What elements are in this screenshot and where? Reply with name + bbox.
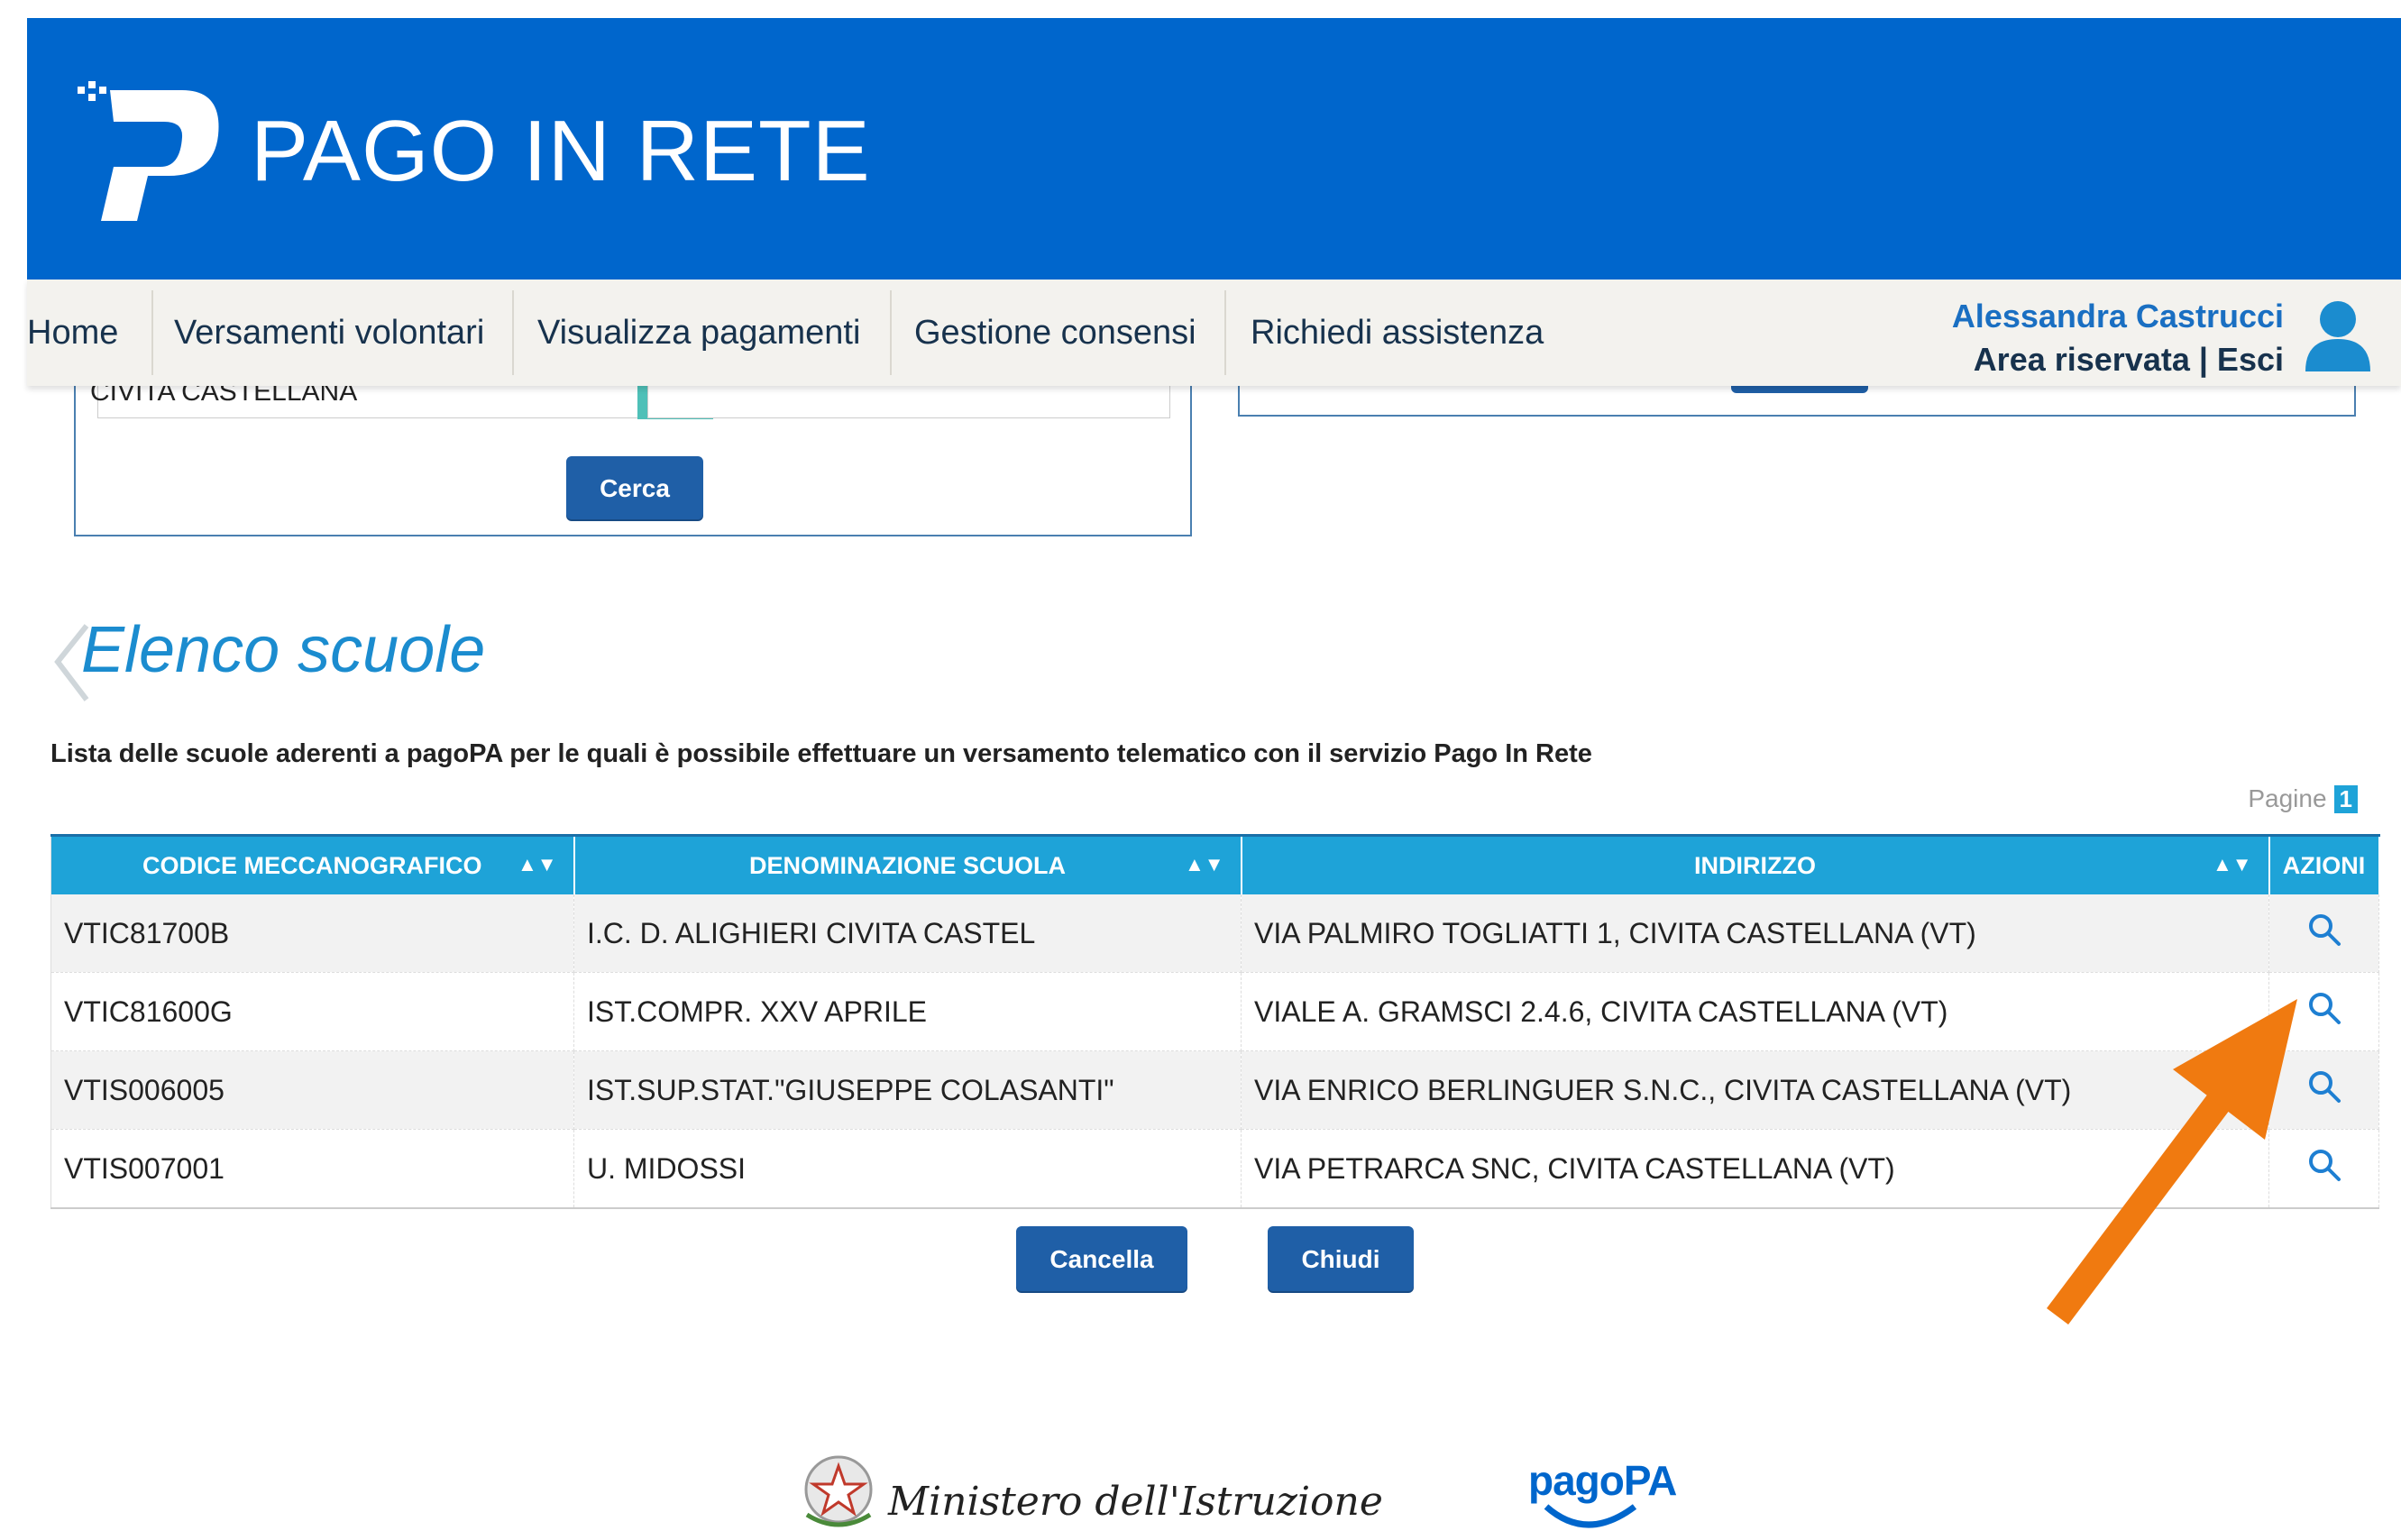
cell-codice: VTIC81700B xyxy=(50,894,574,973)
nav-separator xyxy=(1224,290,1226,375)
table-row: VTIS007001 U. MIDOSSI VIA PETRARCA SNC, … xyxy=(50,1129,2379,1209)
cell-codice: VTIS006005 xyxy=(50,1050,574,1130)
column-header-indirizzo[interactable]: INDIRIZZO ▲▼ xyxy=(1241,834,2270,894)
cell-azioni xyxy=(2268,894,2379,973)
column-header-codice[interactable]: CODICE MECCANOGRAFICO ▲▼ xyxy=(50,834,575,894)
nav-separator xyxy=(151,290,153,375)
pagopa-text: pagoPA xyxy=(1528,1457,1677,1504)
cell-codice: VTIC81600G xyxy=(50,972,574,1051)
pago-in-rete-logo-icon xyxy=(78,81,219,221)
emblem-icon xyxy=(804,1455,873,1527)
ministero-text: Ministero dell'Istruzione xyxy=(888,1479,1383,1525)
nav-separator xyxy=(890,290,892,375)
nav-item-visualizza-pagamenti[interactable]: Visualizza pagamenti xyxy=(537,280,860,386)
cell-denominazione: I.C. D. ALIGHIERI CIVITA CASTEL xyxy=(573,894,1242,973)
nav-item-home[interactable]: Home xyxy=(27,280,118,386)
nav-item-gestione-consensi[interactable]: Gestione consensi xyxy=(914,280,1196,386)
annotation-arrow-icon xyxy=(2047,999,2297,1325)
page-header: PAGO IN RETE xyxy=(27,18,2401,280)
page-number-1[interactable]: 1 xyxy=(2333,785,2358,813)
cell-codice: VTIS007001 xyxy=(50,1129,574,1209)
search-button[interactable]: Cerca xyxy=(566,456,703,519)
column-header-denominazione[interactable]: DENOMINAZIONE SCUOLA ▲▼ xyxy=(573,834,1242,894)
brand-title: PAGO IN RETE xyxy=(251,103,871,199)
column-header-label: INDIRIZZO xyxy=(1694,851,1816,879)
pagination: Pagine 1 xyxy=(2248,784,2358,813)
column-header-label: CODICE MECCANOGRAFICO xyxy=(142,851,482,879)
cell-indirizzo: VIA PALMIRO TOGLIATTI 1, CIVITA CASTELLA… xyxy=(1241,894,2269,973)
user-name-link[interactable]: Alessandra Castrucci xyxy=(1952,298,2284,335)
table-row: VTIS006005 IST.SUP.STAT."GIUSEPPE COLASA… xyxy=(50,1050,2379,1130)
nav-item-versamenti-volontari[interactable]: Versamenti volontari xyxy=(174,280,484,386)
cell-denominazione: IST.COMPR. XXV APRILE xyxy=(573,972,1242,1051)
cell-denominazione: IST.SUP.STAT."GIUSEPPE COLASANTI" xyxy=(573,1050,1242,1130)
column-header-azioni: AZIONI xyxy=(2268,834,2380,894)
sort-icon[interactable]: ▲▼ xyxy=(2213,853,2252,876)
sort-icon[interactable]: ▲▼ xyxy=(518,853,557,876)
page-subtitle: Lista delle scuole aderenti a pagoPA per… xyxy=(50,739,1592,768)
main-navigation: Home Versamenti volontari Visualizza pag… xyxy=(27,280,2401,386)
nav-item-richiedi-assistenza[interactable]: Richiedi assistenza xyxy=(1251,280,1544,386)
table-row: VTIC81700B I.C. D. ALIGHIERI CIVITA CAST… xyxy=(50,894,2379,973)
schools-table: CODICE MECCANOGRAFICO ▲▼ DENOMINAZIONE SC… xyxy=(50,834,2380,1209)
ministero-logo: Ministero dell'Istruzione xyxy=(798,1452,1383,1540)
search-icon[interactable] xyxy=(2306,912,2342,948)
table-row: VTIC81600G IST.COMPR. XXV APRILE VIALE A… xyxy=(50,972,2379,1051)
table-header-row: CODICE MECCANOGRAFICO ▲▼ DENOMINAZIONE SC… xyxy=(50,834,2380,894)
user-avatar-icon[interactable] xyxy=(2300,296,2376,371)
user-area-links[interactable]: Area riservata | Esci xyxy=(1974,341,2284,379)
close-button[interactable]: Chiudi xyxy=(1268,1226,1414,1291)
cell-denominazione: U. MIDOSSI xyxy=(573,1129,1242,1209)
cancel-button[interactable]: Cancella xyxy=(1016,1226,1187,1291)
pagopa-logo: pagoPA xyxy=(1528,1456,1677,1540)
column-header-label: DENOMINAZIONE SCUOLA xyxy=(749,851,1066,879)
pagination-label: Pagine xyxy=(2248,784,2327,812)
nav-separator xyxy=(512,290,514,375)
sort-icon[interactable]: ▲▼ xyxy=(1185,853,1224,876)
pagopa-swoosh-icon xyxy=(1544,1504,1637,1528)
page-title: Elenco scuole xyxy=(81,614,486,686)
